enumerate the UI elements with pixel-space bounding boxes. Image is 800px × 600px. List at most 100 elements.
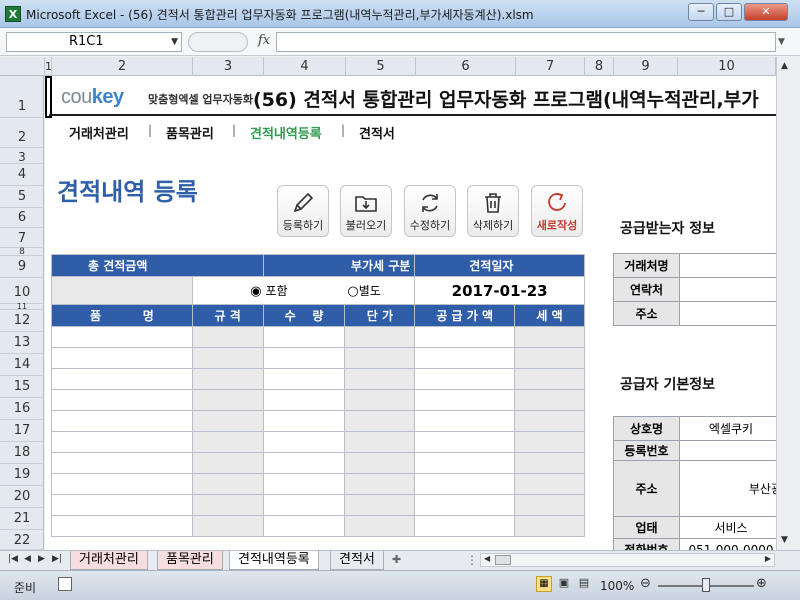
cell[interactable] xyxy=(514,473,585,495)
cell[interactable] xyxy=(262,452,346,474)
cell[interactable] xyxy=(344,389,416,411)
next-sheet-icon[interactable]: ▶ xyxy=(38,554,45,564)
row-header[interactable]: 19 xyxy=(0,464,44,486)
scroll-thumb[interactable] xyxy=(495,555,511,565)
cell[interactable] xyxy=(191,452,264,474)
normal-view-icon[interactable]: ▦ xyxy=(536,576,552,592)
cell[interactable] xyxy=(344,494,416,516)
cell[interactable] xyxy=(191,326,264,348)
cell[interactable] xyxy=(191,473,264,495)
row-header[interactable]: 16 xyxy=(0,398,44,420)
cell[interactable] xyxy=(51,452,193,474)
cell[interactable] xyxy=(51,515,193,537)
active-cell-r1c1[interactable] xyxy=(45,76,52,118)
cell[interactable] xyxy=(344,410,416,432)
column-header[interactable]: 5 xyxy=(346,57,416,76)
cell[interactable] xyxy=(514,347,585,369)
row-header[interactable]: 20 xyxy=(0,486,44,508)
load-button[interactable]: 불러오기 xyxy=(340,185,392,237)
insert-sheet-icon[interactable]: ✚ xyxy=(392,553,401,566)
cell[interactable] xyxy=(414,326,516,348)
excel-app-icon[interactable]: X xyxy=(5,6,21,22)
tab-quotation[interactable]: 견적서 xyxy=(330,551,384,570)
tab-client-management[interactable]: 거래처관리 xyxy=(70,551,148,570)
quote-date-cell[interactable]: 2017-01-23 xyxy=(414,276,585,305)
row-header[interactable]: 18 xyxy=(0,442,44,464)
row-header[interactable]: 1 xyxy=(0,76,44,118)
row-header[interactable]: 3 xyxy=(0,148,44,164)
insert-function-icon[interactable]: fx xyxy=(258,33,270,48)
column-header[interactable]: 6 xyxy=(416,57,516,76)
zoom-level[interactable]: 100% xyxy=(600,579,634,593)
column-header[interactable]: 10 xyxy=(678,57,776,76)
zoom-slider-thumb[interactable] xyxy=(702,578,710,592)
cell[interactable] xyxy=(262,326,346,348)
cell[interactable] xyxy=(51,494,193,516)
first-sheet-icon[interactable]: |◀ xyxy=(8,554,18,564)
cell[interactable] xyxy=(262,494,346,516)
cell[interactable] xyxy=(51,473,193,495)
cell[interactable] xyxy=(191,410,264,432)
contact-value[interactable] xyxy=(679,277,776,302)
page-break-icon[interactable]: ▤ xyxy=(576,576,592,592)
scroll-up-icon[interactable]: ▲ xyxy=(781,61,788,71)
cell[interactable] xyxy=(51,410,193,432)
scroll-right-icon[interactable]: ▶ xyxy=(765,554,771,563)
vat-separate-radio[interactable]: ○별도 xyxy=(347,282,380,299)
cell[interactable] xyxy=(414,368,516,390)
row-header[interactable]: 15 xyxy=(0,376,44,398)
row-header[interactable]: 10 xyxy=(0,278,44,304)
reg-number-value[interactable] xyxy=(679,440,776,461)
cell[interactable] xyxy=(262,410,346,432)
cell[interactable] xyxy=(344,431,416,453)
cell[interactable] xyxy=(514,515,585,537)
chevron-down-icon[interactable]: ▼ xyxy=(171,33,178,51)
tab-item-management[interactable]: 품목관리 xyxy=(157,551,223,570)
row-header[interactable]: 9 xyxy=(0,256,44,278)
row-header[interactable]: 17 xyxy=(0,420,44,442)
column-header[interactable]: 7 xyxy=(516,57,585,76)
cell[interactable] xyxy=(191,368,264,390)
cell[interactable] xyxy=(414,431,516,453)
minimize-button[interactable]: ─ xyxy=(688,3,714,21)
name-box[interactable]: R1C1 ▼ xyxy=(6,32,182,52)
cell[interactable] xyxy=(414,389,516,411)
nav-quote-register[interactable]: 견적내역등록 xyxy=(250,123,322,142)
prev-sheet-icon[interactable]: ◀ xyxy=(24,554,31,564)
supplier-address-value[interactable]: 부산광 xyxy=(679,460,776,517)
row-header[interactable]: 14 xyxy=(0,354,44,376)
cell[interactable] xyxy=(191,515,264,537)
column-header[interactable]: 2 xyxy=(52,57,193,76)
cell[interactable] xyxy=(414,347,516,369)
cell[interactable] xyxy=(51,368,193,390)
cell[interactable] xyxy=(414,494,516,516)
cell[interactable] xyxy=(262,473,346,495)
cell[interactable] xyxy=(262,431,346,453)
macro-record-icon[interactable] xyxy=(58,577,72,591)
close-button[interactable]: ✕ xyxy=(744,3,788,21)
address-value[interactable] xyxy=(679,301,776,326)
zoom-in-icon[interactable]: ⊕ xyxy=(756,576,767,591)
row-header[interactable]: 2 xyxy=(0,118,44,148)
tab-quote-register[interactable]: 견적내역등록 xyxy=(229,551,319,570)
row-header[interactable]: 13 xyxy=(0,332,44,354)
expand-formula-icon[interactable]: ▼ xyxy=(778,32,792,52)
cell[interactable] xyxy=(414,410,516,432)
cell[interactable] xyxy=(262,347,346,369)
formula-input[interactable] xyxy=(276,32,776,52)
cell[interactable] xyxy=(344,515,416,537)
maximize-button[interactable]: □ xyxy=(716,3,742,21)
cell[interactable] xyxy=(191,347,264,369)
new-button[interactable]: 새로작성 xyxy=(531,185,583,237)
scroll-left-icon[interactable]: ◀ xyxy=(484,554,490,563)
vat-include-radio[interactable]: ◉ 포함 xyxy=(250,282,287,299)
row-header[interactable]: 8 xyxy=(0,248,44,257)
cell[interactable] xyxy=(414,452,516,474)
nav-quotation[interactable]: 견적서 xyxy=(359,123,395,142)
cell[interactable] xyxy=(514,368,585,390)
column-header[interactable]: 1 xyxy=(45,57,52,76)
row-header[interactable]: 12 xyxy=(0,310,44,332)
cell[interactable] xyxy=(344,347,416,369)
formula-bar-handle[interactable] xyxy=(188,32,248,52)
zoom-out-icon[interactable]: ⊖ xyxy=(640,576,651,591)
